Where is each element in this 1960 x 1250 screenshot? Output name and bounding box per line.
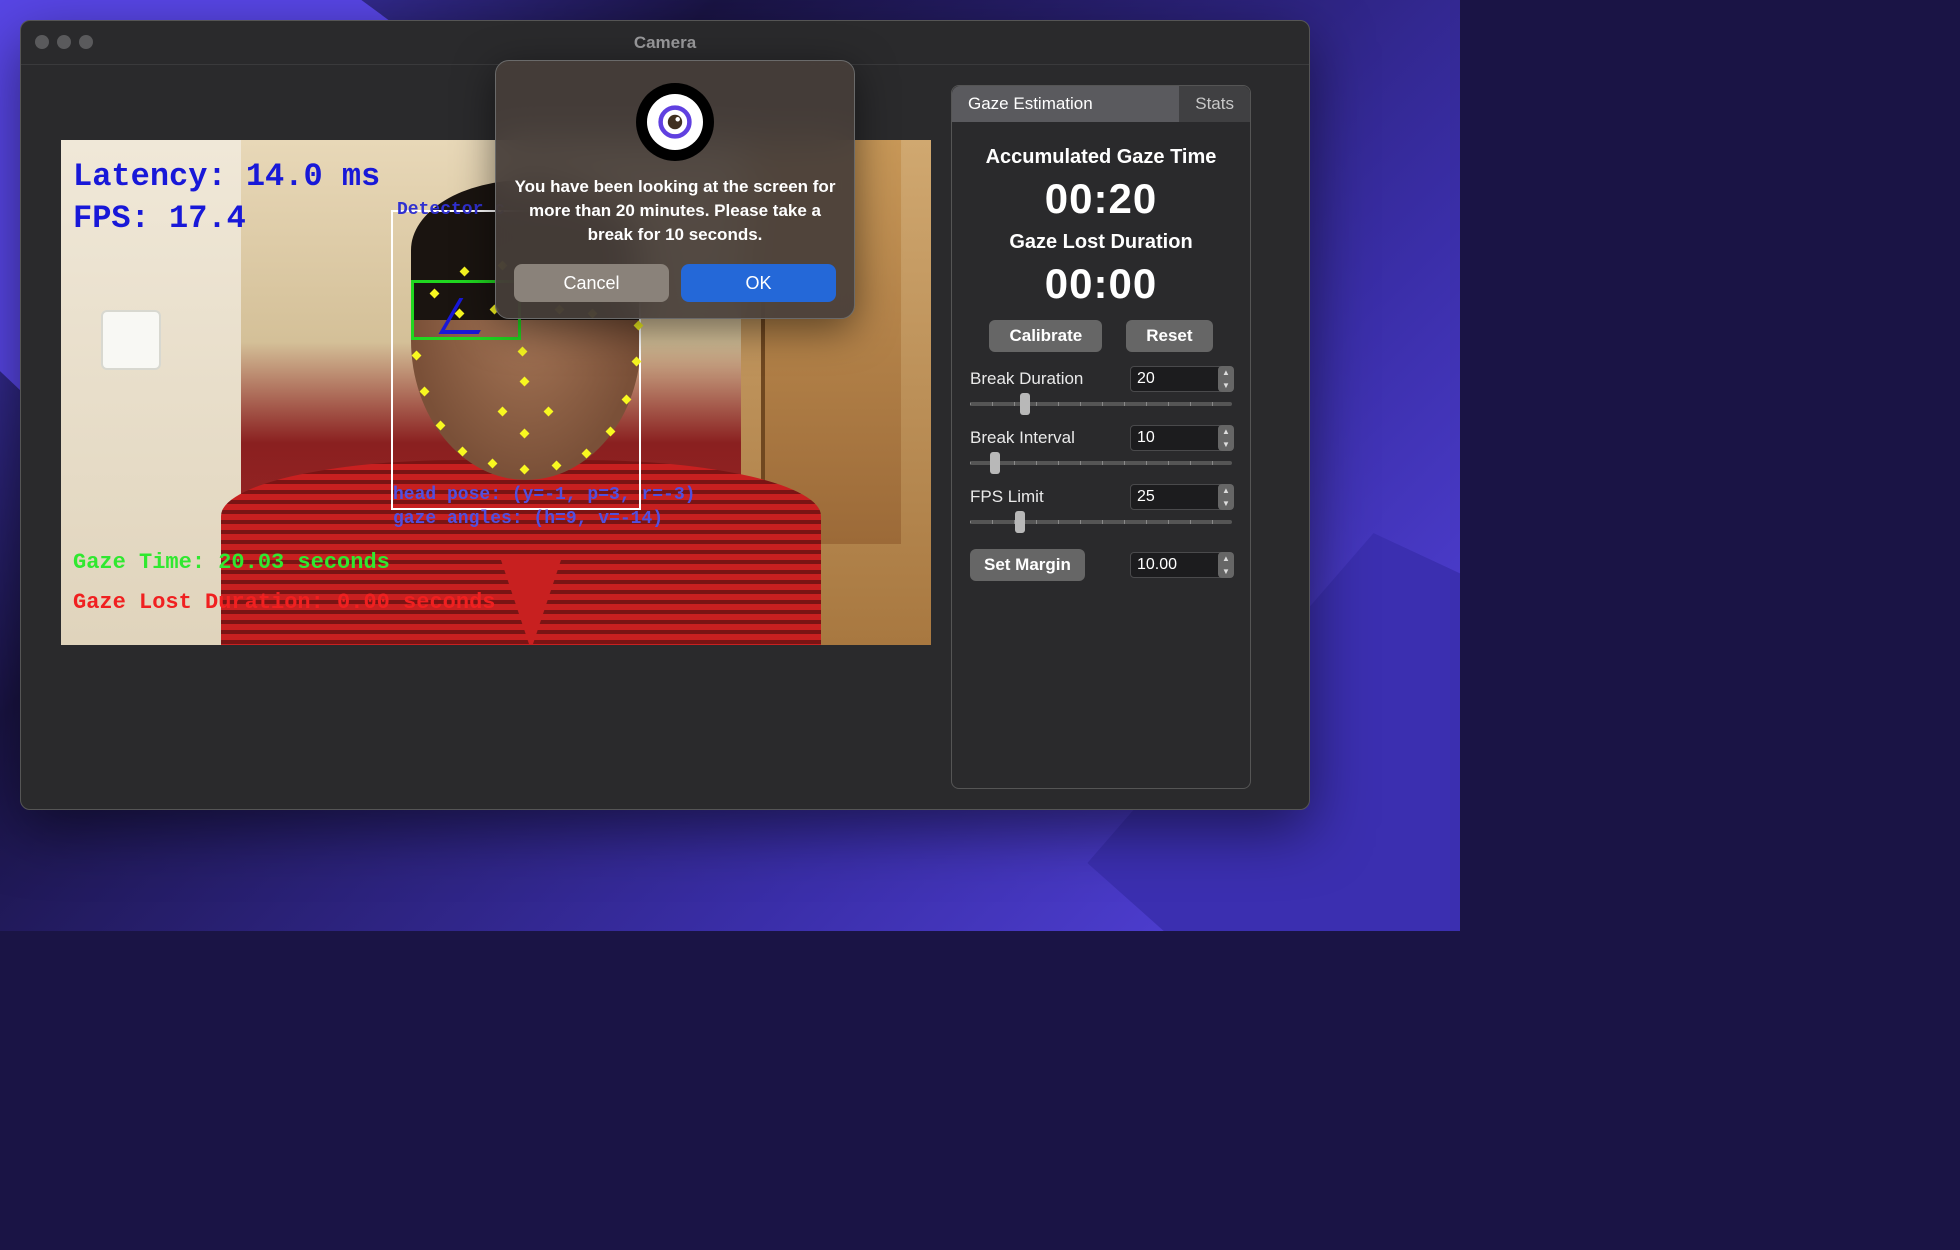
break-interval-input[interactable] [1130, 425, 1232, 451]
accumulated-time-value: 00:20 [970, 175, 1232, 223]
head-pose-text: head pose: (y=-1, p=3, r=-3) [393, 485, 695, 505]
break-duration-input[interactable] [1130, 366, 1232, 392]
tab-stats[interactable]: Stats [1179, 86, 1250, 122]
fps-text: FPS: 17.4 [73, 200, 246, 237]
fps-limit-slider[interactable] [970, 520, 1232, 524]
app-icon [636, 83, 714, 161]
break-duration-slider[interactable] [970, 402, 1232, 406]
ok-button[interactable]: OK [681, 264, 836, 302]
fps-limit-stepper[interactable]: ▲▼ [1218, 484, 1234, 510]
margin-stepper[interactable]: ▲▼ [1218, 552, 1234, 578]
accumulated-time-label: Accumulated Gaze Time [970, 146, 1232, 169]
eye-icon [657, 104, 693, 140]
fps-limit-label: FPS Limit [970, 487, 1044, 507]
maximize-icon[interactable] [79, 35, 93, 49]
window-controls[interactable] [35, 35, 93, 49]
fps-limit-input[interactable] [1130, 484, 1232, 510]
tab-bar: Gaze Estimation Stats [952, 86, 1250, 122]
window-title: Camera [634, 33, 696, 53]
calibrate-button[interactable]: Calibrate [989, 320, 1102, 352]
detector-label: Detector c [397, 200, 505, 220]
gaze-lost-label: Gaze Lost Duration [970, 231, 1232, 254]
break-alert-dialog: You have been looking at the screen for … [495, 60, 855, 319]
titlebar: Camera [21, 21, 1309, 65]
gaze-lost-text: Gaze Lost Duration: 0.00 seconds [73, 590, 495, 615]
sidebar-content: Accumulated Gaze Time 00:20 Gaze Lost Du… [952, 122, 1250, 581]
minimize-icon[interactable] [57, 35, 71, 49]
tab-gaze-estimation[interactable]: Gaze Estimation [952, 86, 1179, 122]
set-margin-button[interactable]: Set Margin [970, 549, 1085, 581]
break-interval-stepper[interactable]: ▲▼ [1218, 425, 1234, 451]
cancel-button[interactable]: Cancel [514, 264, 669, 302]
break-interval-label: Break Interval [970, 428, 1075, 448]
latency-text: Latency: 14.0 ms [73, 158, 380, 195]
break-interval-slider[interactable] [970, 461, 1232, 465]
close-icon[interactable] [35, 35, 49, 49]
break-duration-stepper[interactable]: ▲▼ [1218, 366, 1234, 392]
gaze-lost-value: 00:00 [970, 260, 1232, 308]
margin-input[interactable] [1130, 552, 1232, 578]
sidebar: Gaze Estimation Stats Accumulated Gaze T… [951, 85, 1251, 789]
reset-button[interactable]: Reset [1126, 320, 1212, 352]
gaze-angles-text: gaze angles: (h=9, v=-14) [393, 509, 663, 529]
gaze-time-text: Gaze Time: 20.03 seconds [73, 550, 390, 575]
break-duration-label: Break Duration [970, 369, 1083, 389]
dialog-message: You have been looking at the screen for … [514, 175, 836, 246]
